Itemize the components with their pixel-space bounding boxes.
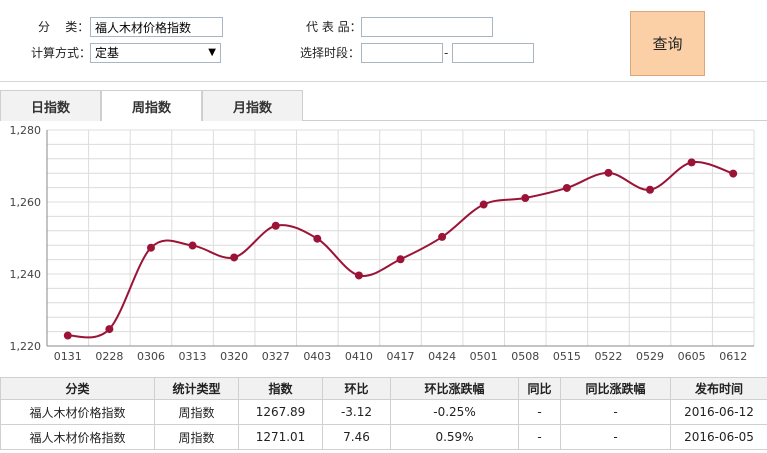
category-input[interactable] (90, 17, 223, 37)
period-separator: - (444, 46, 449, 60)
table-header: 环比涨跌幅 (390, 377, 519, 400)
cell-yoy: - (518, 399, 561, 425)
data-point (396, 255, 405, 264)
cell-yoy-pct: - (560, 424, 671, 450)
y-tick-label: 1,240 (10, 268, 42, 281)
data-point (271, 221, 280, 230)
cell-category: 福人木材价格指数 (0, 399, 155, 425)
index-table: 分类 统计类型 指数 环比 环比涨跌幅 同比 同比涨跌幅 发布时间 福人木材价格… (0, 377, 767, 450)
period-label: 选择时段： (300, 46, 361, 60)
cell-yoy-pct: - (560, 399, 671, 425)
table-header: 分类 (0, 377, 155, 400)
cell-mom: -3.12 (322, 399, 391, 425)
data-point (438, 232, 447, 241)
x-tick-label: 0529 (636, 350, 664, 363)
method-select[interactable]: 定基 ▼ (90, 43, 221, 63)
cell-index: 1267.89 (238, 399, 323, 425)
data-point (146, 243, 155, 252)
dropdown-arrow-icon: ▼ (208, 47, 216, 58)
x-tick-label: 0306 (137, 350, 165, 363)
representative-input[interactable] (361, 17, 493, 37)
series-line (67, 160, 734, 339)
representative-label: 代 表 品： (306, 20, 362, 34)
x-tick-label: 0501 (470, 350, 498, 363)
data-point (604, 168, 613, 177)
x-tick-label: 0417 (387, 350, 415, 363)
table-header: 发布时间 (670, 377, 767, 400)
cell-type: 周指数 (154, 399, 239, 425)
method-label: 计算方式： (31, 46, 92, 60)
data-point (521, 194, 530, 203)
x-tick-label: 0228 (95, 350, 123, 363)
tab-daily[interactable]: 日指数 (0, 90, 101, 121)
cell-type: 周指数 (154, 424, 239, 450)
x-tick-label: 0131 (54, 350, 82, 363)
data-point (562, 183, 571, 192)
data-point (354, 271, 363, 280)
x-tick-label: 0410 (345, 350, 373, 363)
x-tick-label: 0522 (594, 350, 622, 363)
y-tick-label: 1,220 (10, 340, 42, 353)
data-point (313, 234, 322, 243)
data-point (646, 185, 655, 194)
data-point (105, 325, 114, 334)
cell-mom-pct: -0.25% (390, 399, 519, 425)
x-tick-label: 0605 (678, 350, 706, 363)
category-label: 分 类： (38, 20, 90, 34)
data-point (729, 169, 738, 178)
index-line-chart: 1,220 1,240 1,260 1,280 0131 0228 0306 0313 0320… (0, 121, 767, 371)
table-header: 同比 (518, 377, 561, 400)
period-end-input[interactable] (452, 43, 534, 63)
table-header: 指数 (238, 377, 323, 400)
x-tick-label: 0515 (553, 350, 581, 363)
x-tick-label: 0424 (428, 350, 456, 363)
chart-svg: 1,220 1,240 1,260 1,280 0131 0228 0306 0313 0320… (10, 124, 755, 363)
cell-index: 1271.01 (238, 424, 323, 450)
x-tick-label: 0612 (719, 350, 747, 363)
query-button[interactable]: 查询 (630, 11, 705, 76)
cell-date: 2016-06-12 (670, 399, 767, 425)
data-point (687, 158, 696, 167)
table-header: 同比涨跌幅 (560, 377, 671, 400)
x-tick-label: 0327 (262, 350, 290, 363)
x-tick-label: 0403 (303, 350, 331, 363)
table-header-row: 分类 统计类型 指数 环比 环比涨跌幅 同比 同比涨跌幅 发布时间 (0, 377, 767, 400)
filter-form: 分 类： 计算方式： 定基 ▼ 代 表 品： 选择时段： - 查询 (0, 0, 767, 82)
cell-mom: 7.46 (322, 424, 391, 450)
cell-date: 2016-06-05 (670, 424, 767, 450)
tab-weekly[interactable]: 周指数 (101, 90, 202, 122)
table-header: 环比 (322, 377, 391, 400)
method-select-value: 定基 (95, 46, 120, 60)
table-header: 统计类型 (154, 377, 239, 400)
y-tick-label: 1,280 (10, 124, 42, 137)
cell-category: 福人木材价格指数 (0, 424, 155, 450)
table-row: 福人木材价格指数 周指数 1267.89 -3.12 -0.25% - - 20… (0, 399, 767, 425)
period-start-input[interactable] (361, 43, 443, 63)
tab-bar: 日指数 周指数 月指数 (0, 90, 767, 122)
data-point (188, 241, 197, 250)
x-tick-label: 0508 (511, 350, 539, 363)
cell-mom-pct: 0.59% (390, 424, 519, 450)
tab-monthly[interactable]: 月指数 (202, 90, 303, 121)
data-point (63, 331, 72, 340)
data-point (230, 253, 239, 262)
table-row: 福人木材价格指数 周指数 1271.01 7.46 0.59% - - 2016… (0, 424, 767, 450)
data-point (479, 200, 488, 209)
x-tick-label: 0320 (220, 350, 248, 363)
cell-yoy: - (518, 424, 561, 450)
y-tick-label: 1,260 (10, 196, 42, 209)
x-tick-label: 0313 (179, 350, 207, 363)
